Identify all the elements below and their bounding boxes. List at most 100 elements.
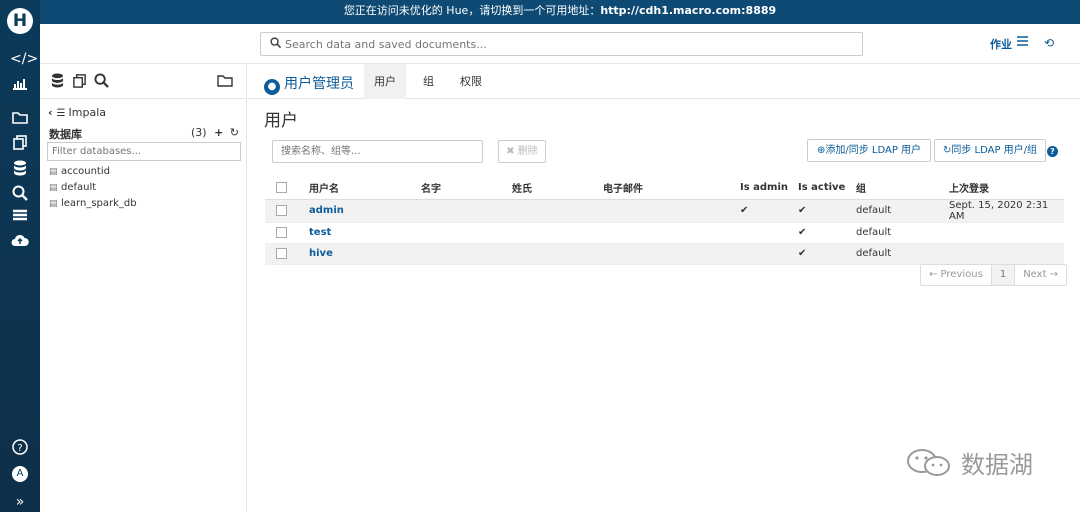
tab-users[interactable]: 用户 xyxy=(364,64,406,99)
table-row: admin ✔ ✔ default Sept. 15, 2020 2:31 AM xyxy=(265,199,1064,223)
breadcrumb[interactable]: ‹ ☰ Impala xyxy=(48,106,106,119)
current-page[interactable]: 1 xyxy=(991,265,1016,285)
search-zoom-icon[interactable] xyxy=(94,73,109,92)
is-admin-check: ✔ xyxy=(740,199,798,223)
email-cell xyxy=(603,222,740,244)
column-header-username[interactable]: 用户名 xyxy=(309,177,421,200)
help-icon[interactable]: ? xyxy=(1047,146,1058,157)
database-icon[interactable] xyxy=(51,73,64,92)
chart-icon[interactable] xyxy=(10,76,30,94)
row-checkbox[interactable] xyxy=(276,226,287,238)
expand-icon[interactable]: » xyxy=(10,493,30,511)
help-icon[interactable]: ? xyxy=(10,439,30,457)
delete-button[interactable]: ✖ 删除 xyxy=(498,140,546,163)
previous-page-button[interactable]: ← Previous xyxy=(921,265,992,285)
history-icon[interactable]: ⟲ xyxy=(1044,36,1054,50)
database-item[interactable]: ▤ learn_spark_db xyxy=(49,198,137,214)
code-icon[interactable]: </> xyxy=(10,50,38,68)
column-header-last-login[interactable]: 上次登录 xyxy=(949,177,1064,200)
database-item[interactable]: ▤ accountid xyxy=(49,166,137,182)
user-icon: ● xyxy=(264,79,280,95)
group-cell: default xyxy=(856,243,949,265)
is-active-check: ✔ xyxy=(798,199,856,223)
search-zoom-icon[interactable] xyxy=(10,185,30,203)
add-icon[interactable]: + xyxy=(214,126,223,139)
app-title-text: 用户管理员 xyxy=(284,76,354,92)
database-icon[interactable] xyxy=(10,160,30,178)
row-select-cell xyxy=(265,199,309,223)
database-icon: ▤ xyxy=(49,199,58,209)
filter-databases-input[interactable] xyxy=(48,143,240,160)
is-admin-check xyxy=(740,222,798,244)
tab-permissions[interactable]: 权限 xyxy=(450,64,492,99)
top-bar: 作业 ⟲ xyxy=(40,24,1080,64)
first-name-cell xyxy=(421,243,512,265)
wechat-icon xyxy=(907,448,950,476)
table-header-row: 用户名 名字 姓氏 电子邮件 Is admin Is active 组 上次登录 xyxy=(265,177,1064,200)
user-search[interactable] xyxy=(272,140,483,163)
add-ldap-user-button[interactable]: ⊕添加/同步 LDAP 用户 xyxy=(807,139,931,162)
email-cell xyxy=(603,243,740,265)
database-name: learn_spark_db xyxy=(61,198,137,209)
email-cell xyxy=(603,199,740,223)
pagination: ← Previous 1 Next → xyxy=(920,264,1068,286)
avatar[interactable]: A xyxy=(10,463,30,482)
database-icon: ▤ xyxy=(49,183,58,193)
avatar-letter: A xyxy=(12,466,28,482)
tab-groups[interactable]: 组 xyxy=(413,64,444,99)
databases-label: 数据库 xyxy=(49,128,82,141)
app-title[interactable]: ● 用户管理员 xyxy=(264,73,354,95)
column-header-is-admin[interactable]: Is admin xyxy=(740,177,798,200)
select-all-checkbox[interactable] xyxy=(276,182,287,193)
page-title: 用户 xyxy=(264,111,298,131)
hue-logo[interactable]: H xyxy=(7,8,33,34)
table-row: hive ✔ default xyxy=(265,243,1064,265)
last-name-cell xyxy=(512,222,603,244)
next-page-button[interactable]: Next → xyxy=(1015,265,1066,285)
username-link[interactable]: test xyxy=(309,222,421,244)
folder-icon[interactable] xyxy=(10,110,30,128)
database-list: ▤ accountid ▤ default ▤ learn_spark_db xyxy=(49,166,137,214)
banner-url[interactable]: http://cdh1.macro.com:8889 xyxy=(600,4,776,17)
database-name: accountid xyxy=(61,166,110,177)
table-icon[interactable] xyxy=(10,209,30,227)
delete-label: 删除 xyxy=(517,146,538,157)
user-search-input[interactable] xyxy=(273,141,482,162)
database-item[interactable]: ▤ default xyxy=(49,182,137,198)
copy-docs-icon[interactable] xyxy=(10,134,30,152)
select-all-cell xyxy=(265,177,309,200)
column-header-group[interactable]: 组 xyxy=(856,177,949,200)
global-search-input[interactable] xyxy=(285,36,855,52)
global-search[interactable] xyxy=(260,32,863,56)
refresh-icon[interactable]: ↻ xyxy=(230,126,239,139)
search-icon xyxy=(270,37,282,51)
username-link[interactable]: hive xyxy=(309,243,421,265)
column-header-first-name[interactable]: 名字 xyxy=(421,177,512,200)
table-row: test ✔ default xyxy=(265,222,1064,244)
watermark-text: 数据湖 xyxy=(961,451,1033,479)
username-link[interactable]: admin xyxy=(309,199,421,223)
chevron-left-icon[interactable]: ‹ xyxy=(48,106,53,119)
unoptimized-warning-banner: 您正在访问未优化的 Hue，请切换到一个可用地址：http://cdh1.mac… xyxy=(40,0,1080,24)
folder-icon[interactable] xyxy=(217,73,233,91)
first-name-cell xyxy=(421,199,512,223)
app-tabs: ● 用户管理员 用户 组 权限 xyxy=(248,64,1080,99)
last-login-cell: Sept. 15, 2020 2:31 AM xyxy=(949,199,1064,223)
jobs-list-icon[interactable] xyxy=(1017,36,1028,49)
upload-cloud-icon[interactable] xyxy=(10,233,30,251)
column-header-is-active[interactable]: Is active xyxy=(798,177,856,200)
jobs-link[interactable]: 作业 xyxy=(990,36,1012,52)
row-select-cell xyxy=(265,222,309,244)
docs-icon[interactable] xyxy=(72,73,87,92)
is-admin-check xyxy=(740,243,798,265)
table-icon: ☰ xyxy=(56,108,66,119)
group-cell: default xyxy=(856,222,949,244)
sync-ldap-label: 同步 LDAP 用户/组 xyxy=(951,145,1038,156)
sync-ldap-button[interactable]: ↻同步 LDAP 用户/组 xyxy=(934,139,1046,162)
row-checkbox[interactable] xyxy=(276,247,287,259)
column-header-email[interactable]: 电子邮件 xyxy=(603,177,740,200)
filter-databases[interactable] xyxy=(47,142,241,161)
column-header-last-name[interactable]: 姓氏 xyxy=(512,177,603,200)
row-checkbox[interactable] xyxy=(276,204,287,216)
database-name: default xyxy=(61,182,97,193)
